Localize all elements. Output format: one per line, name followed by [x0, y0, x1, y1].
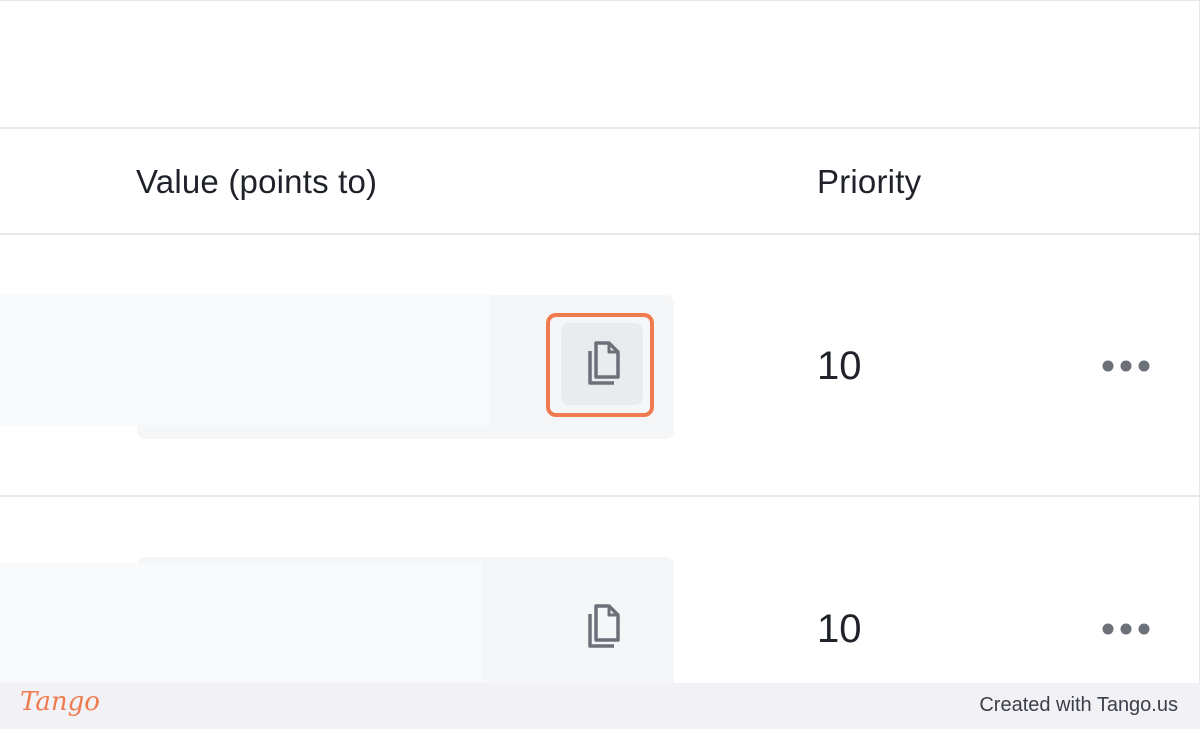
footer-credit[interactable]: Created with Tango.us [979, 694, 1178, 717]
column-header-value: Value (points to) [136, 163, 378, 200]
copy-icon [588, 604, 620, 648]
row-actions-button[interactable] [1096, 614, 1156, 644]
more-horizontal-icon [1102, 623, 1150, 635]
table-top-divider [0, 127, 1199, 129]
step-highlight [546, 313, 654, 417]
column-header-priority: Priority [817, 163, 922, 200]
value-text-backdrop [0, 563, 482, 683]
header-divider [0, 233, 1199, 235]
priority-value: 10 [817, 607, 862, 651]
copy-button[interactable] [561, 586, 643, 668]
row-divider [0, 495, 1199, 497]
tango-logo[interactable]: Tango [20, 687, 100, 717]
footer-bar: Tango Created with Tango.us [0, 683, 1200, 729]
dns-records-table: Value (points to) Priority 10 10 [0, 0, 1200, 683]
value-text-backdrop [0, 295, 490, 425]
more-horizontal-icon [1102, 360, 1150, 372]
row-actions-button[interactable] [1096, 351, 1156, 381]
priority-value: 10 [817, 344, 862, 388]
